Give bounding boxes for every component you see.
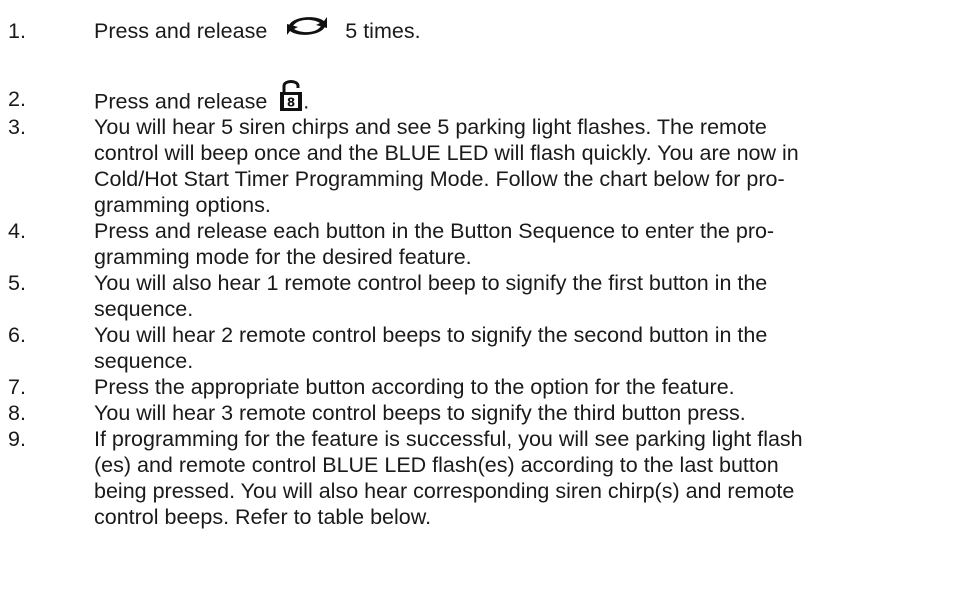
step-text: Press and release (94, 89, 268, 114)
step-text: You will hear 2 remote control beeps to … (94, 323, 768, 373)
remote-unlock-padlock-icon: 8 (279, 78, 303, 112)
step-text: If programming for the feature is succes… (94, 427, 803, 529)
step-text: Press and release (94, 19, 268, 43)
step-number: 7. (8, 375, 26, 399)
step-number: 4. (8, 219, 26, 243)
step-text-end: 5 times. (345, 19, 421, 43)
step-text: You will hear 5 siren chirps and see 5 p… (94, 115, 799, 217)
step-number: 3. (8, 115, 26, 139)
svg-text:8: 8 (287, 96, 295, 110)
remote-cycle-arrows-icon (285, 13, 329, 39)
step-number: 9. (8, 427, 26, 451)
step-text-end: . (303, 89, 310, 114)
step-number: 6. (8, 323, 26, 347)
step-text: You will hear 3 remote control beeps to … (94, 401, 746, 425)
step-text: You will also hear 1 remote control beep… (94, 271, 768, 321)
step-number: 1. (8, 19, 26, 43)
step-text: Press the appropriate button according t… (94, 375, 735, 399)
step-text: Press and release each button in the But… (94, 219, 775, 269)
step-number: 8. (8, 401, 26, 425)
step-number: 5. (8, 271, 26, 295)
step-number: 2. (8, 87, 26, 111)
